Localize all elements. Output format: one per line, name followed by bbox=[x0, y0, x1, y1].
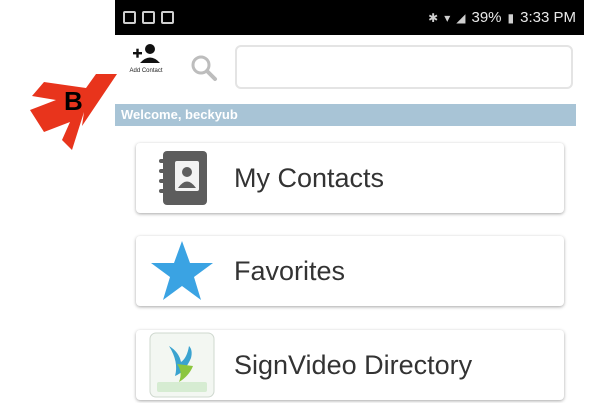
status-right: ✱ ▾ ◢ 39% ▮ 3:33 PM bbox=[428, 9, 576, 26]
signal-icon: ◢ bbox=[456, 10, 466, 25]
welcome-banner: Welcome, beckyub bbox=[115, 104, 576, 126]
annotation-letter: B bbox=[64, 86, 83, 116]
status-time: 3:33 PM bbox=[520, 9, 576, 26]
menu-item-label: My Contacts bbox=[234, 162, 385, 193]
message-icon bbox=[142, 11, 155, 24]
signvideo-logo-icon bbox=[148, 331, 216, 399]
menu-item-signvideo-directory[interactable]: SignVideo Directory bbox=[136, 330, 564, 400]
menu-item-label: SignVideo Directory bbox=[234, 349, 473, 380]
wifi-icon: ▾ bbox=[444, 10, 451, 25]
battery-icon: ▮ bbox=[507, 10, 515, 25]
search-icon[interactable] bbox=[189, 53, 219, 83]
menu-item-label: Favorites bbox=[234, 255, 346, 286]
add-contact-button[interactable]: Add Contact bbox=[123, 43, 169, 97]
star-icon bbox=[148, 237, 216, 305]
add-contact-label: Add Contact bbox=[129, 68, 163, 74]
add-contact-icon bbox=[133, 44, 160, 63]
toolbar: Add Contact bbox=[115, 35, 584, 101]
menu-item-favorites[interactable]: Favorites bbox=[136, 236, 564, 306]
bluetooth-icon: ✱ bbox=[428, 10, 439, 25]
contacts-book-icon bbox=[148, 144, 216, 212]
status-left-icons bbox=[123, 11, 174, 24]
search-input[interactable] bbox=[235, 45, 573, 89]
menu-item-my-contacts[interactable]: My Contacts bbox=[136, 143, 564, 213]
clipboard-icon bbox=[161, 11, 174, 24]
battery-percent: 39% bbox=[471, 9, 502, 26]
gallery-icon bbox=[123, 11, 136, 24]
status-bar: ✱ ▾ ◢ 39% ▮ 3:33 PM bbox=[115, 0, 584, 35]
